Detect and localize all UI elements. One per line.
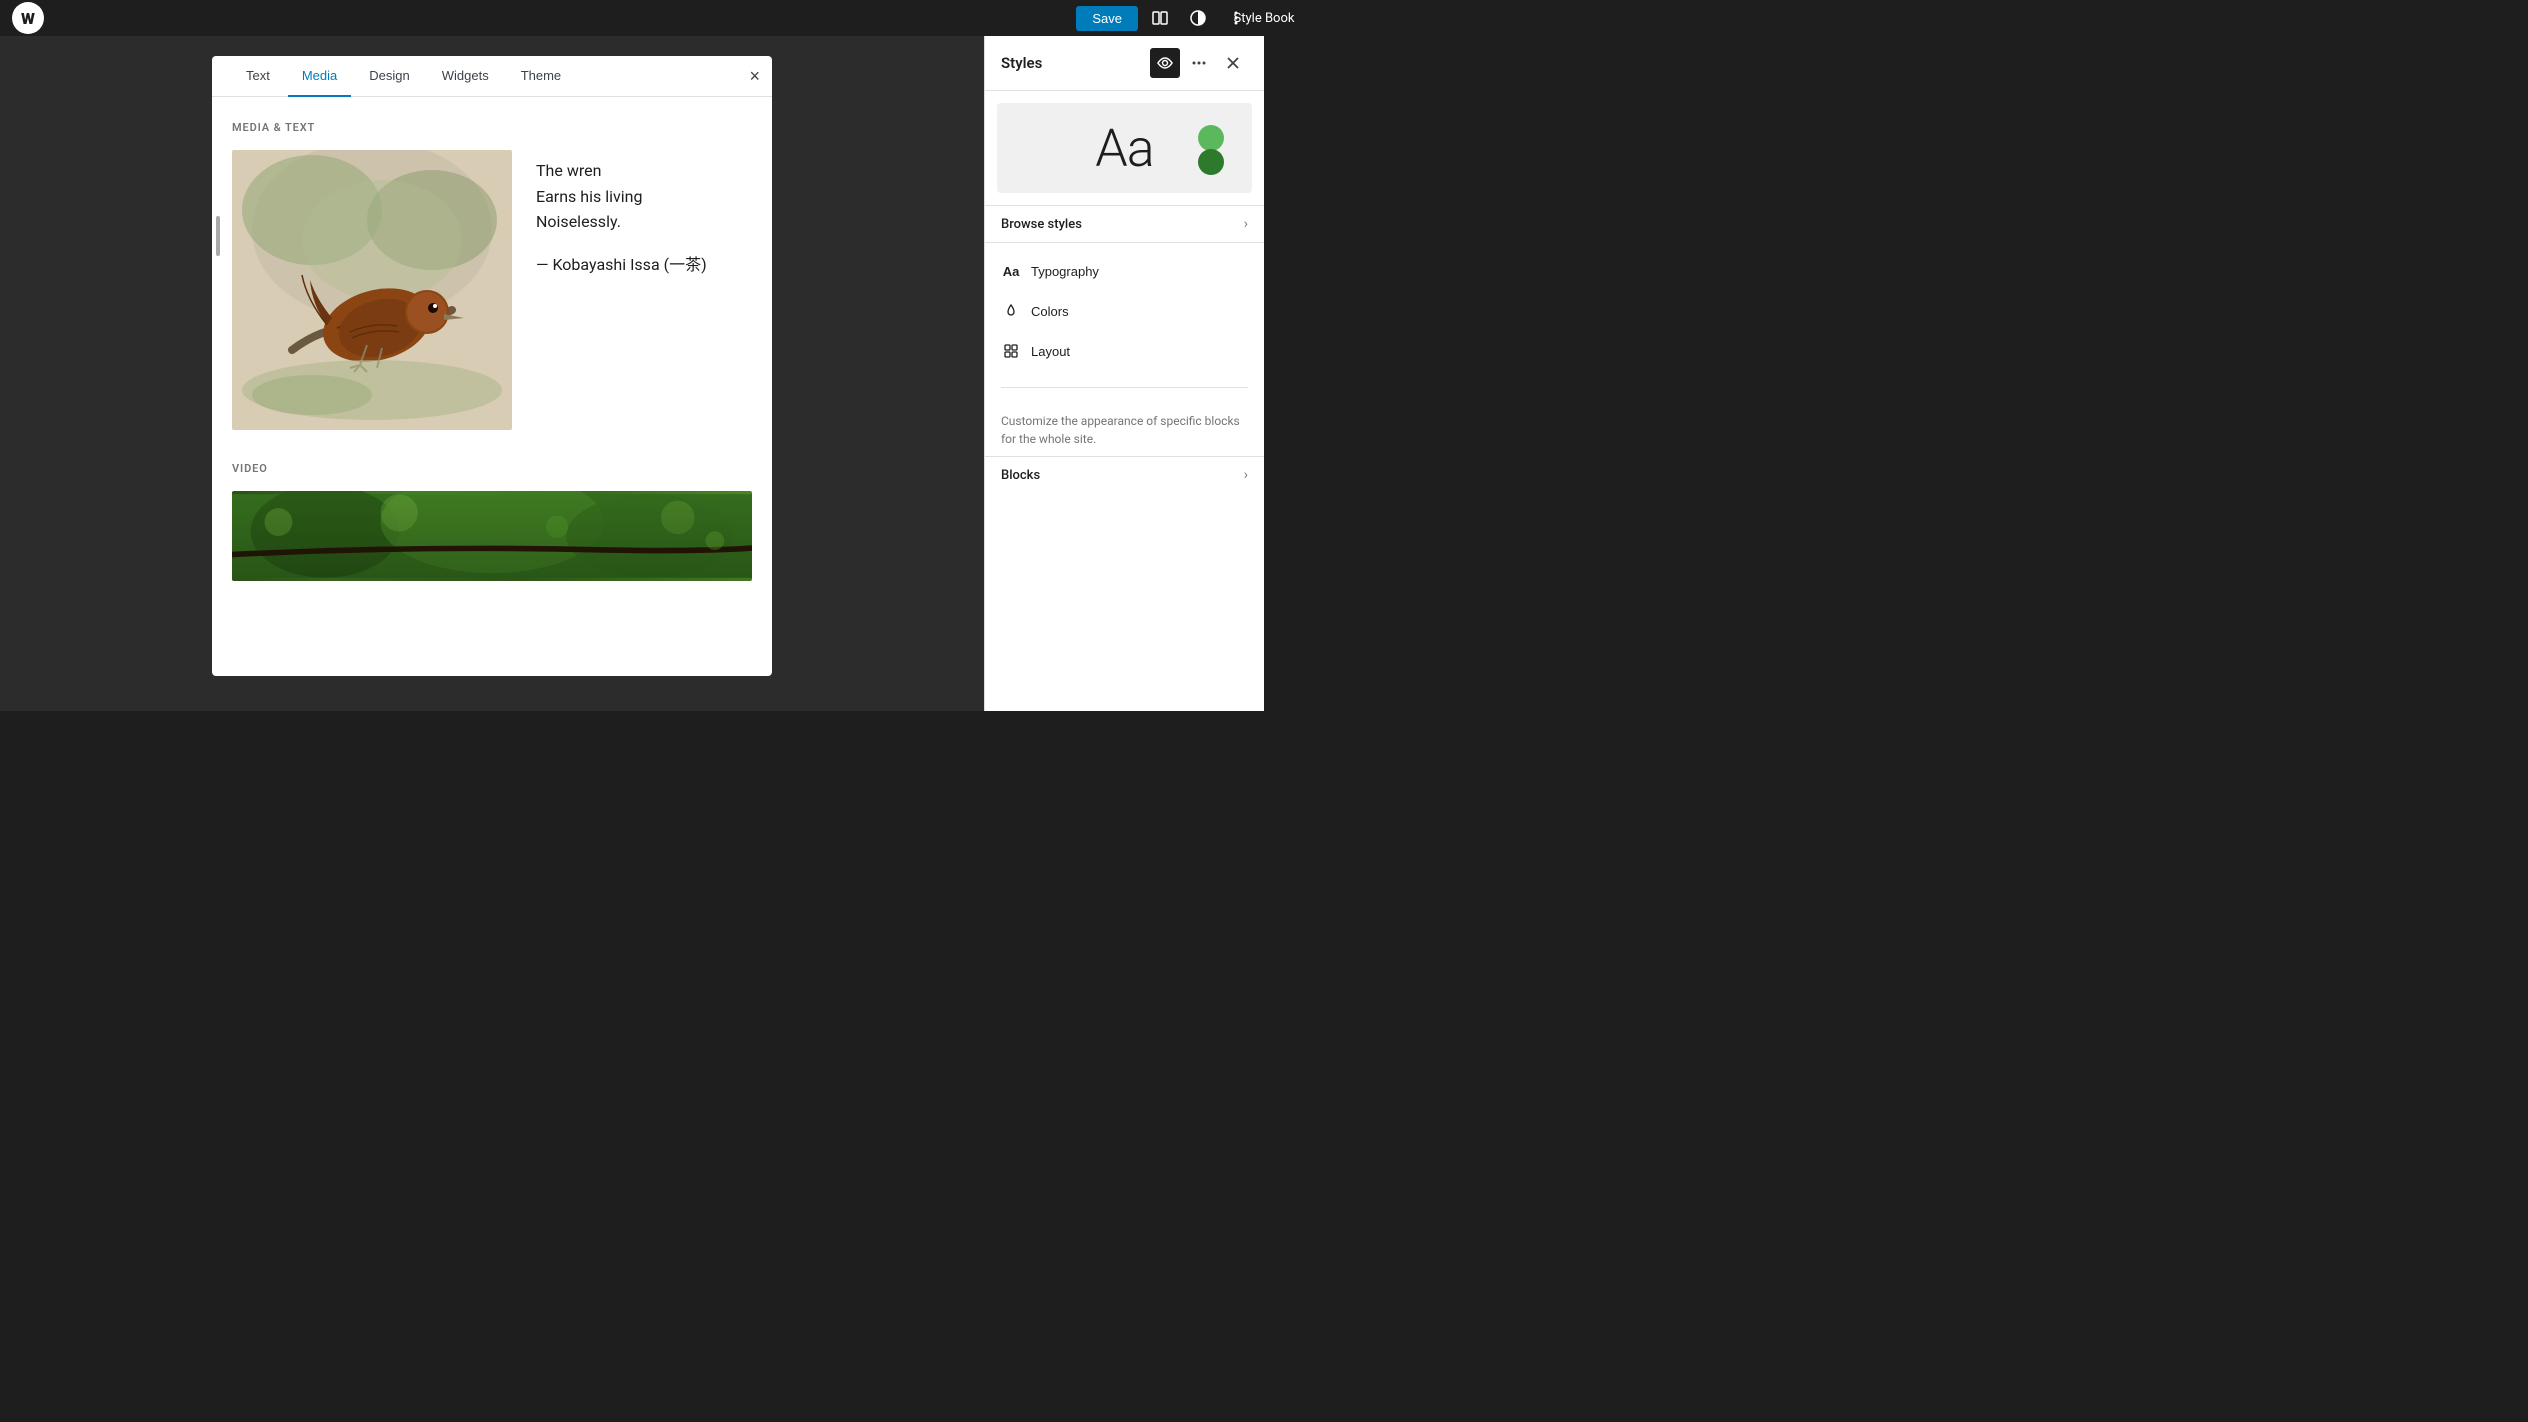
preview-color-dot-2 bbox=[1198, 149, 1224, 175]
right-sidebar: Styles bbox=[984, 36, 1264, 711]
nav-item-left: Layout bbox=[1001, 341, 1070, 361]
left-scrollbar[interactable] bbox=[216, 216, 220, 256]
close-icon bbox=[1225, 55, 1241, 71]
video-label: VIDEO bbox=[232, 462, 752, 475]
nav-item-colors[interactable]: Colors bbox=[985, 291, 1264, 331]
poem-content: The wren Earns his living Noiselessly. —… bbox=[536, 150, 707, 275]
close-sidebar-button[interactable] bbox=[1218, 48, 1248, 78]
sidebar-header-actions bbox=[1150, 48, 1248, 78]
sidebar-header: Styles bbox=[985, 36, 1264, 91]
columns-icon bbox=[1151, 9, 1169, 27]
app-title: Style Book bbox=[1234, 11, 1295, 26]
tab-design[interactable]: Design bbox=[355, 56, 423, 97]
main-area: Text Media Design Widgets Theme × MEDIA … bbox=[0, 36, 1264, 711]
tab-media[interactable]: Media bbox=[288, 56, 351, 97]
poem-author: — Kobayashi Issa (一茶) bbox=[536, 251, 707, 275]
more-horizontal-icon bbox=[1191, 55, 1207, 71]
eye-button[interactable] bbox=[1150, 48, 1180, 78]
blocks-label: Blocks bbox=[1001, 468, 1040, 483]
style-book-content: MEDIA & TEXT bbox=[212, 97, 772, 605]
drop-icon bbox=[1003, 303, 1019, 319]
nav-item-left: Aa Typography bbox=[1001, 261, 1099, 281]
video-overlay bbox=[232, 491, 752, 581]
top-bar: W Style Book Save bbox=[0, 0, 1264, 36]
layout-toggle-button[interactable] bbox=[1144, 2, 1176, 34]
colors-label: Colors bbox=[1031, 304, 1069, 319]
nav-item-layout[interactable]: Layout bbox=[985, 331, 1264, 371]
blocks-chevron-icon: › bbox=[1244, 467, 1248, 483]
nav-item-left: Colors bbox=[1001, 301, 1069, 321]
preview-color-dot-1 bbox=[1198, 125, 1224, 151]
video-section: VIDEO bbox=[232, 462, 752, 581]
tab-widgets[interactable]: Widgets bbox=[428, 56, 503, 97]
typography-label: Typography bbox=[1031, 264, 1099, 279]
style-preview: Aa bbox=[997, 103, 1252, 193]
media-text-section: MEDIA & TEXT bbox=[232, 121, 752, 430]
more-options-button[interactable] bbox=[1184, 48, 1214, 78]
browse-styles-row[interactable]: Browse styles › bbox=[985, 205, 1264, 243]
style-book-panel: Text Media Design Widgets Theme × MEDIA … bbox=[212, 56, 772, 676]
nav-item-typography[interactable]: Aa Typography bbox=[985, 251, 1264, 291]
poem-line-3: Noiselessly. bbox=[536, 209, 707, 235]
contrast-icon bbox=[1189, 9, 1207, 27]
bird-illustration bbox=[232, 150, 512, 430]
wp-logo[interactable]: W bbox=[12, 2, 44, 34]
typography-icon: Aa bbox=[1001, 261, 1021, 281]
sidebar-divider bbox=[1001, 387, 1248, 388]
tab-theme[interactable]: Theme bbox=[507, 56, 575, 97]
layout-label: Layout bbox=[1031, 344, 1070, 359]
canvas-area: Text Media Design Widgets Theme × MEDIA … bbox=[0, 36, 984, 711]
contrast-toggle-button[interactable] bbox=[1182, 2, 1214, 34]
sidebar-title: Styles bbox=[1001, 54, 1042, 72]
eye-icon bbox=[1156, 54, 1174, 72]
tabs-bar: Text Media Design Widgets Theme × bbox=[212, 56, 772, 97]
top-bar-left: W bbox=[12, 2, 44, 34]
media-text-block: The wren Earns his living Noiselessly. —… bbox=[232, 150, 752, 430]
layout-icon bbox=[1001, 341, 1021, 361]
browse-styles-chevron-icon: › bbox=[1244, 216, 1248, 232]
tab-text[interactable]: Text bbox=[232, 56, 284, 97]
colors-icon bbox=[1001, 301, 1021, 321]
customize-text: Customize the appearance of specific blo… bbox=[985, 396, 1264, 456]
preview-typography: Aa bbox=[1095, 118, 1153, 179]
layout-grid-icon bbox=[1003, 343, 1019, 359]
browse-styles-label: Browse styles bbox=[1001, 217, 1082, 232]
poem-line-1: The wren bbox=[536, 158, 707, 184]
poem-line-2: Earns his living bbox=[536, 184, 707, 210]
blocks-row[interactable]: Blocks › bbox=[985, 456, 1264, 493]
top-bar-right: Save bbox=[1076, 2, 1252, 34]
bird-image bbox=[232, 150, 512, 430]
sidebar-nav: Aa Typography Colors bbox=[985, 243, 1264, 379]
media-text-label: MEDIA & TEXT bbox=[232, 121, 752, 134]
save-button[interactable]: Save bbox=[1076, 6, 1138, 31]
video-placeholder bbox=[232, 491, 752, 581]
close-button[interactable]: × bbox=[749, 67, 760, 85]
